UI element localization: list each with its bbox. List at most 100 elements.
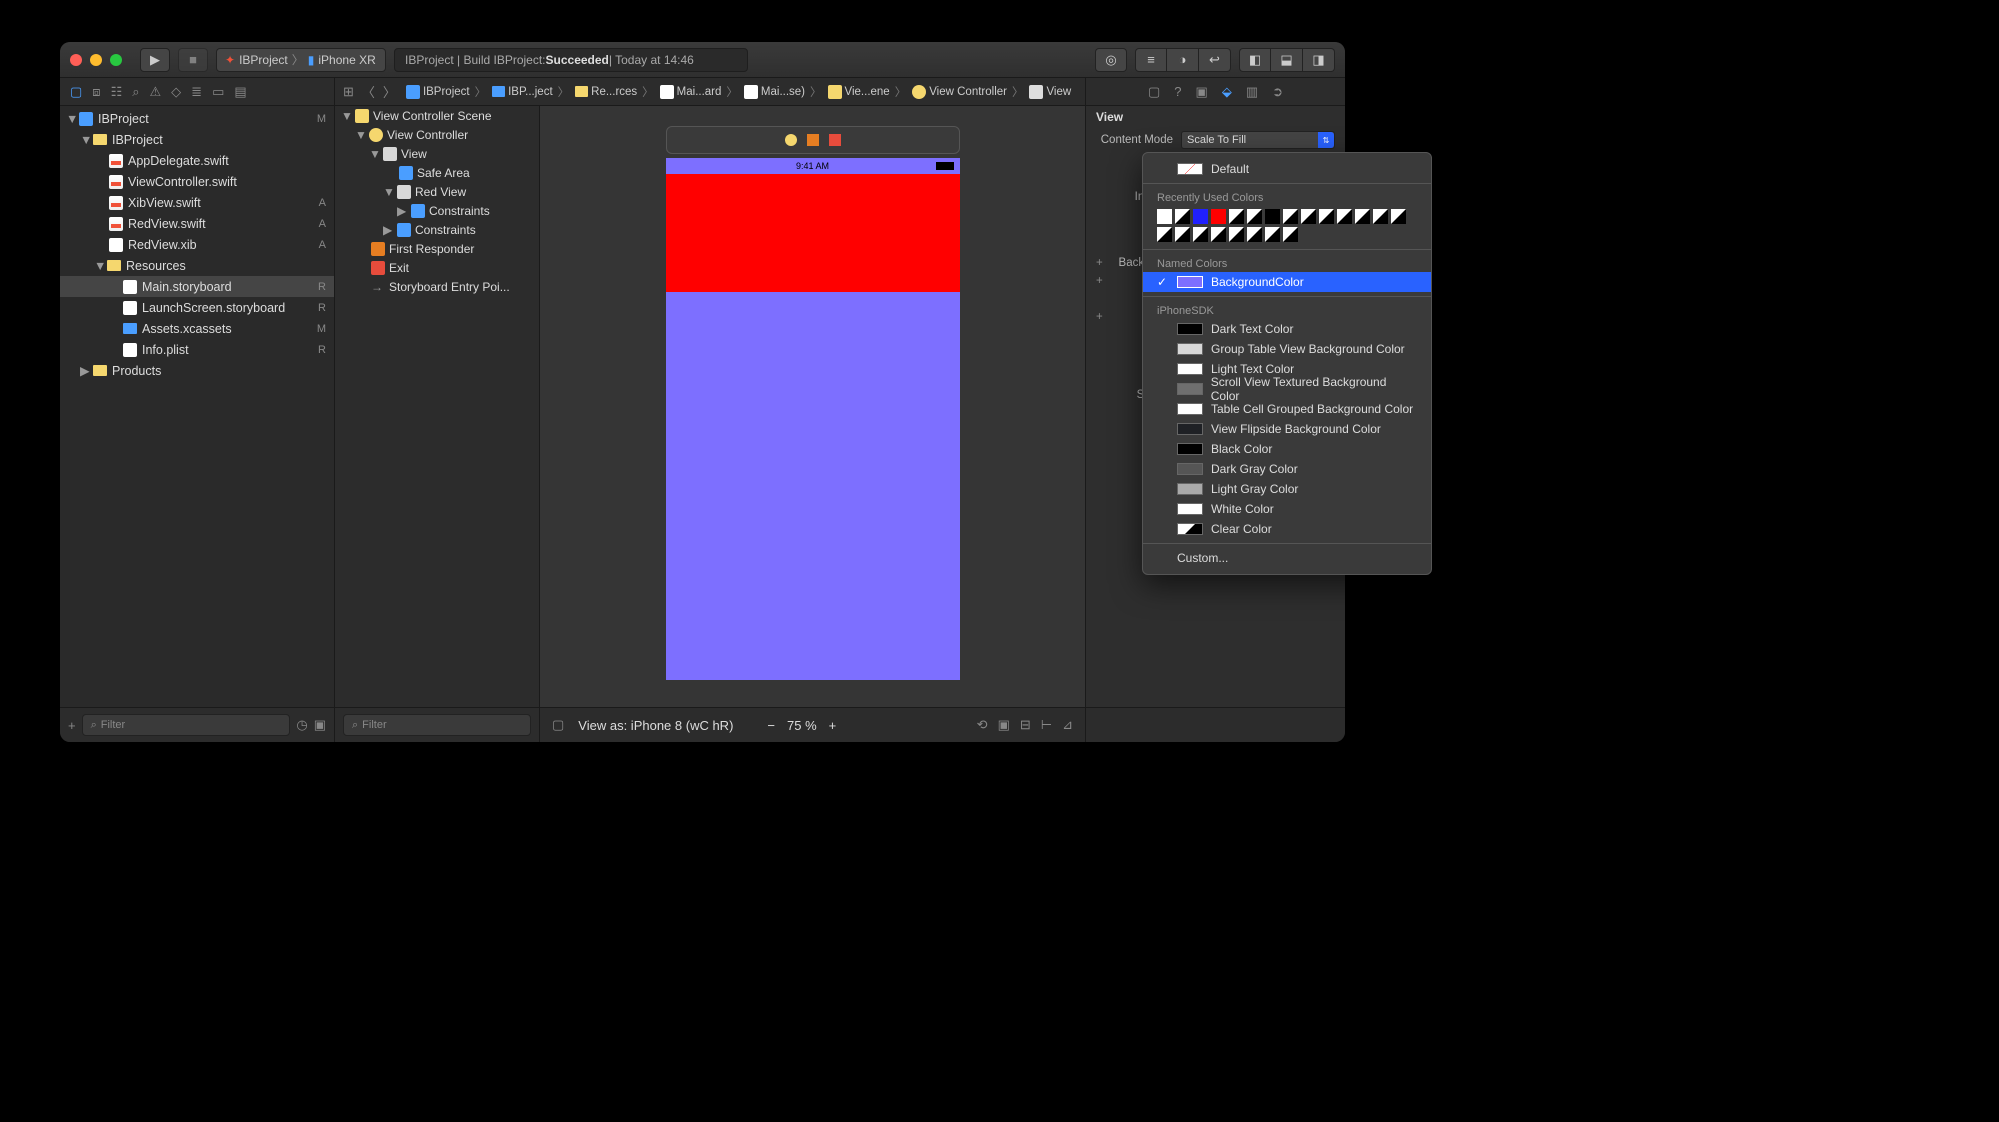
- outline-row[interactable]: ▶Constraints: [335, 201, 539, 220]
- color-swatch[interactable]: [1229, 209, 1244, 224]
- color-swatch[interactable]: [1283, 227, 1298, 242]
- tree-row-file[interactable]: ViewController.swift: [60, 171, 334, 192]
- view-controller[interactable]: 9:41 AM: [666, 126, 960, 680]
- tree-row-file[interactable]: RedView.swiftA: [60, 213, 334, 234]
- color-swatch[interactable]: [1319, 209, 1334, 224]
- color-swatch[interactable]: [1157, 227, 1172, 242]
- scheme-selector[interactable]: ✦ IBProject 〉 ▮ iPhone XR: [216, 48, 386, 72]
- first-responder-icon[interactable]: [807, 134, 819, 146]
- color-swatch[interactable]: [1355, 209, 1370, 224]
- tree-row-file[interactable]: Info.plistR: [60, 339, 334, 360]
- tree-row-group[interactable]: ▼Resources: [60, 255, 334, 276]
- zoom-window[interactable]: [110, 54, 122, 66]
- assistant-editor-button[interactable]: ◑: [1167, 48, 1199, 72]
- toggle-debug-button[interactable]: ⬓: [1271, 48, 1303, 72]
- color-swatch[interactable]: [1247, 209, 1262, 224]
- outline-row[interactable]: First Responder: [335, 239, 539, 258]
- align-icon[interactable]: ⊟: [1020, 717, 1031, 733]
- tree-row-project[interactable]: ▼ IBProject M: [60, 108, 334, 129]
- red-view[interactable]: [666, 174, 960, 292]
- activity-viewer[interactable]: IBProject | Build IBProject: Succeeded |…: [394, 48, 748, 72]
- tree-row-file[interactable]: Assets.xcassetsM: [60, 318, 334, 339]
- symbol-navigator-tab[interactable]: ☷: [111, 84, 123, 100]
- view-as-label[interactable]: View as: iPhone 8 (wC hR): [578, 718, 733, 733]
- color-swatch[interactable]: [1337, 209, 1352, 224]
- minimize-window[interactable]: [90, 54, 102, 66]
- tree-row-file[interactable]: RedView.xibA: [60, 234, 334, 255]
- color-swatch[interactable]: [1265, 227, 1280, 242]
- issue-navigator-tab[interactable]: ⚠: [150, 84, 162, 100]
- help-inspector-tab[interactable]: ?: [1174, 84, 1181, 99]
- update-frames-icon[interactable]: ⟲: [977, 717, 988, 733]
- version-editor-button[interactable]: ↩: [1199, 48, 1231, 72]
- add-button[interactable]: +: [1096, 257, 1103, 269]
- toggle-outline-icon[interactable]: ▢: [552, 717, 564, 733]
- run-button[interactable]: ▶: [140, 48, 170, 72]
- resolve-icon[interactable]: ⊿: [1062, 717, 1073, 733]
- scene-dock[interactable]: [666, 126, 960, 154]
- color-swatch[interactable]: [1301, 209, 1316, 224]
- view-controller-icon[interactable]: [785, 134, 797, 146]
- breakpoint-navigator-tab[interactable]: ▭: [212, 84, 224, 100]
- color-option[interactable]: View Flipside Background Color: [1143, 419, 1431, 439]
- debug-navigator-tab[interactable]: ≣: [191, 84, 202, 100]
- close-window[interactable]: [70, 54, 82, 66]
- identity-inspector-tab[interactable]: ▣: [1196, 84, 1208, 100]
- color-option[interactable]: Dark Text Color: [1143, 319, 1431, 339]
- source-control-navigator-tab[interactable]: ⧈: [92, 84, 100, 100]
- outline-row[interactable]: Exit: [335, 258, 539, 277]
- breadcrumb-item[interactable]: View Controller〉: [910, 84, 1027, 100]
- add-button[interactable]: +: [1096, 311, 1103, 323]
- related-items-icon[interactable]: ⊞: [343, 84, 354, 100]
- connections-inspector-tab[interactable]: ➲: [1272, 84, 1283, 100]
- outline-filter[interactable]: ⌕ Filter: [343, 714, 531, 736]
- color-swatch[interactable]: [1391, 209, 1406, 224]
- color-option[interactable]: Black Color: [1143, 439, 1431, 459]
- navigator-filter[interactable]: ⌕ Filter: [82, 714, 291, 736]
- color-swatch[interactable]: [1175, 209, 1190, 224]
- back-button[interactable]: 〈: [362, 82, 375, 101]
- toggle-navigator-button[interactable]: ◧: [1239, 48, 1271, 72]
- outline-row[interactable]: ▼Red View: [335, 182, 539, 201]
- breadcrumb-item[interactable]: Mai...ard〉: [658, 84, 742, 100]
- zoom-out-button[interactable]: −: [767, 718, 775, 733]
- pin-icon[interactable]: ⊢: [1041, 717, 1052, 733]
- color-option-default[interactable]: Default: [1143, 159, 1431, 179]
- breadcrumb-item[interactable]: Mai...se)〉: [742, 84, 826, 100]
- zoom-level[interactable]: 75 %: [787, 718, 817, 733]
- color-swatch[interactable]: [1211, 227, 1226, 242]
- color-swatch[interactable]: [1283, 209, 1298, 224]
- color-swatch[interactable]: [1193, 209, 1208, 224]
- color-swatch[interactable]: [1373, 209, 1388, 224]
- tree-row-group[interactable]: ▼ IBProject: [60, 129, 334, 150]
- color-option[interactable]: Scroll View Textured Background Color: [1143, 379, 1431, 399]
- breadcrumb-item[interactable]: Re...rces〉: [573, 84, 658, 100]
- outline-row[interactable]: Safe Area: [335, 163, 539, 182]
- zoom-in-button[interactable]: +: [829, 718, 837, 733]
- breadcrumb-item[interactable]: View: [1027, 85, 1073, 99]
- color-option[interactable]: Dark Gray Color: [1143, 459, 1431, 479]
- add-button[interactable]: +: [1096, 275, 1103, 287]
- color-option[interactable]: ✓ BackgroundColor: [1143, 272, 1431, 292]
- color-option[interactable]: Light Gray Color: [1143, 479, 1431, 499]
- color-swatch[interactable]: [1211, 209, 1226, 224]
- tree-row-file[interactable]: AppDelegate.swift: [60, 150, 334, 171]
- project-navigator-tab[interactable]: ▢: [70, 84, 82, 100]
- breadcrumb-item[interactable]: IBProject〉: [404, 84, 490, 100]
- color-swatch[interactable]: [1229, 227, 1244, 242]
- outline-row[interactable]: ▶Constraints: [335, 220, 539, 239]
- color-swatch[interactable]: [1265, 209, 1280, 224]
- forward-button[interactable]: 〉: [383, 82, 396, 101]
- file-inspector-tab[interactable]: ▢: [1148, 84, 1160, 100]
- color-swatch[interactable]: [1193, 227, 1208, 242]
- add-icon[interactable]: +: [68, 718, 76, 733]
- toggle-inspector-button[interactable]: ◨: [1303, 48, 1335, 72]
- color-option[interactable]: Group Table View Background Color: [1143, 339, 1431, 359]
- color-swatch[interactable]: [1157, 209, 1172, 224]
- interface-builder-canvas[interactable]: → 9:41 AM: [540, 106, 1085, 707]
- color-option[interactable]: Table Cell Grouped Background Color: [1143, 399, 1431, 419]
- exit-icon[interactable]: [829, 134, 841, 146]
- attributes-inspector-tab[interactable]: ⬙: [1222, 84, 1232, 100]
- content-mode-select[interactable]: Scale To Fill⇅: [1181, 131, 1335, 149]
- stop-button[interactable]: ■: [178, 48, 208, 72]
